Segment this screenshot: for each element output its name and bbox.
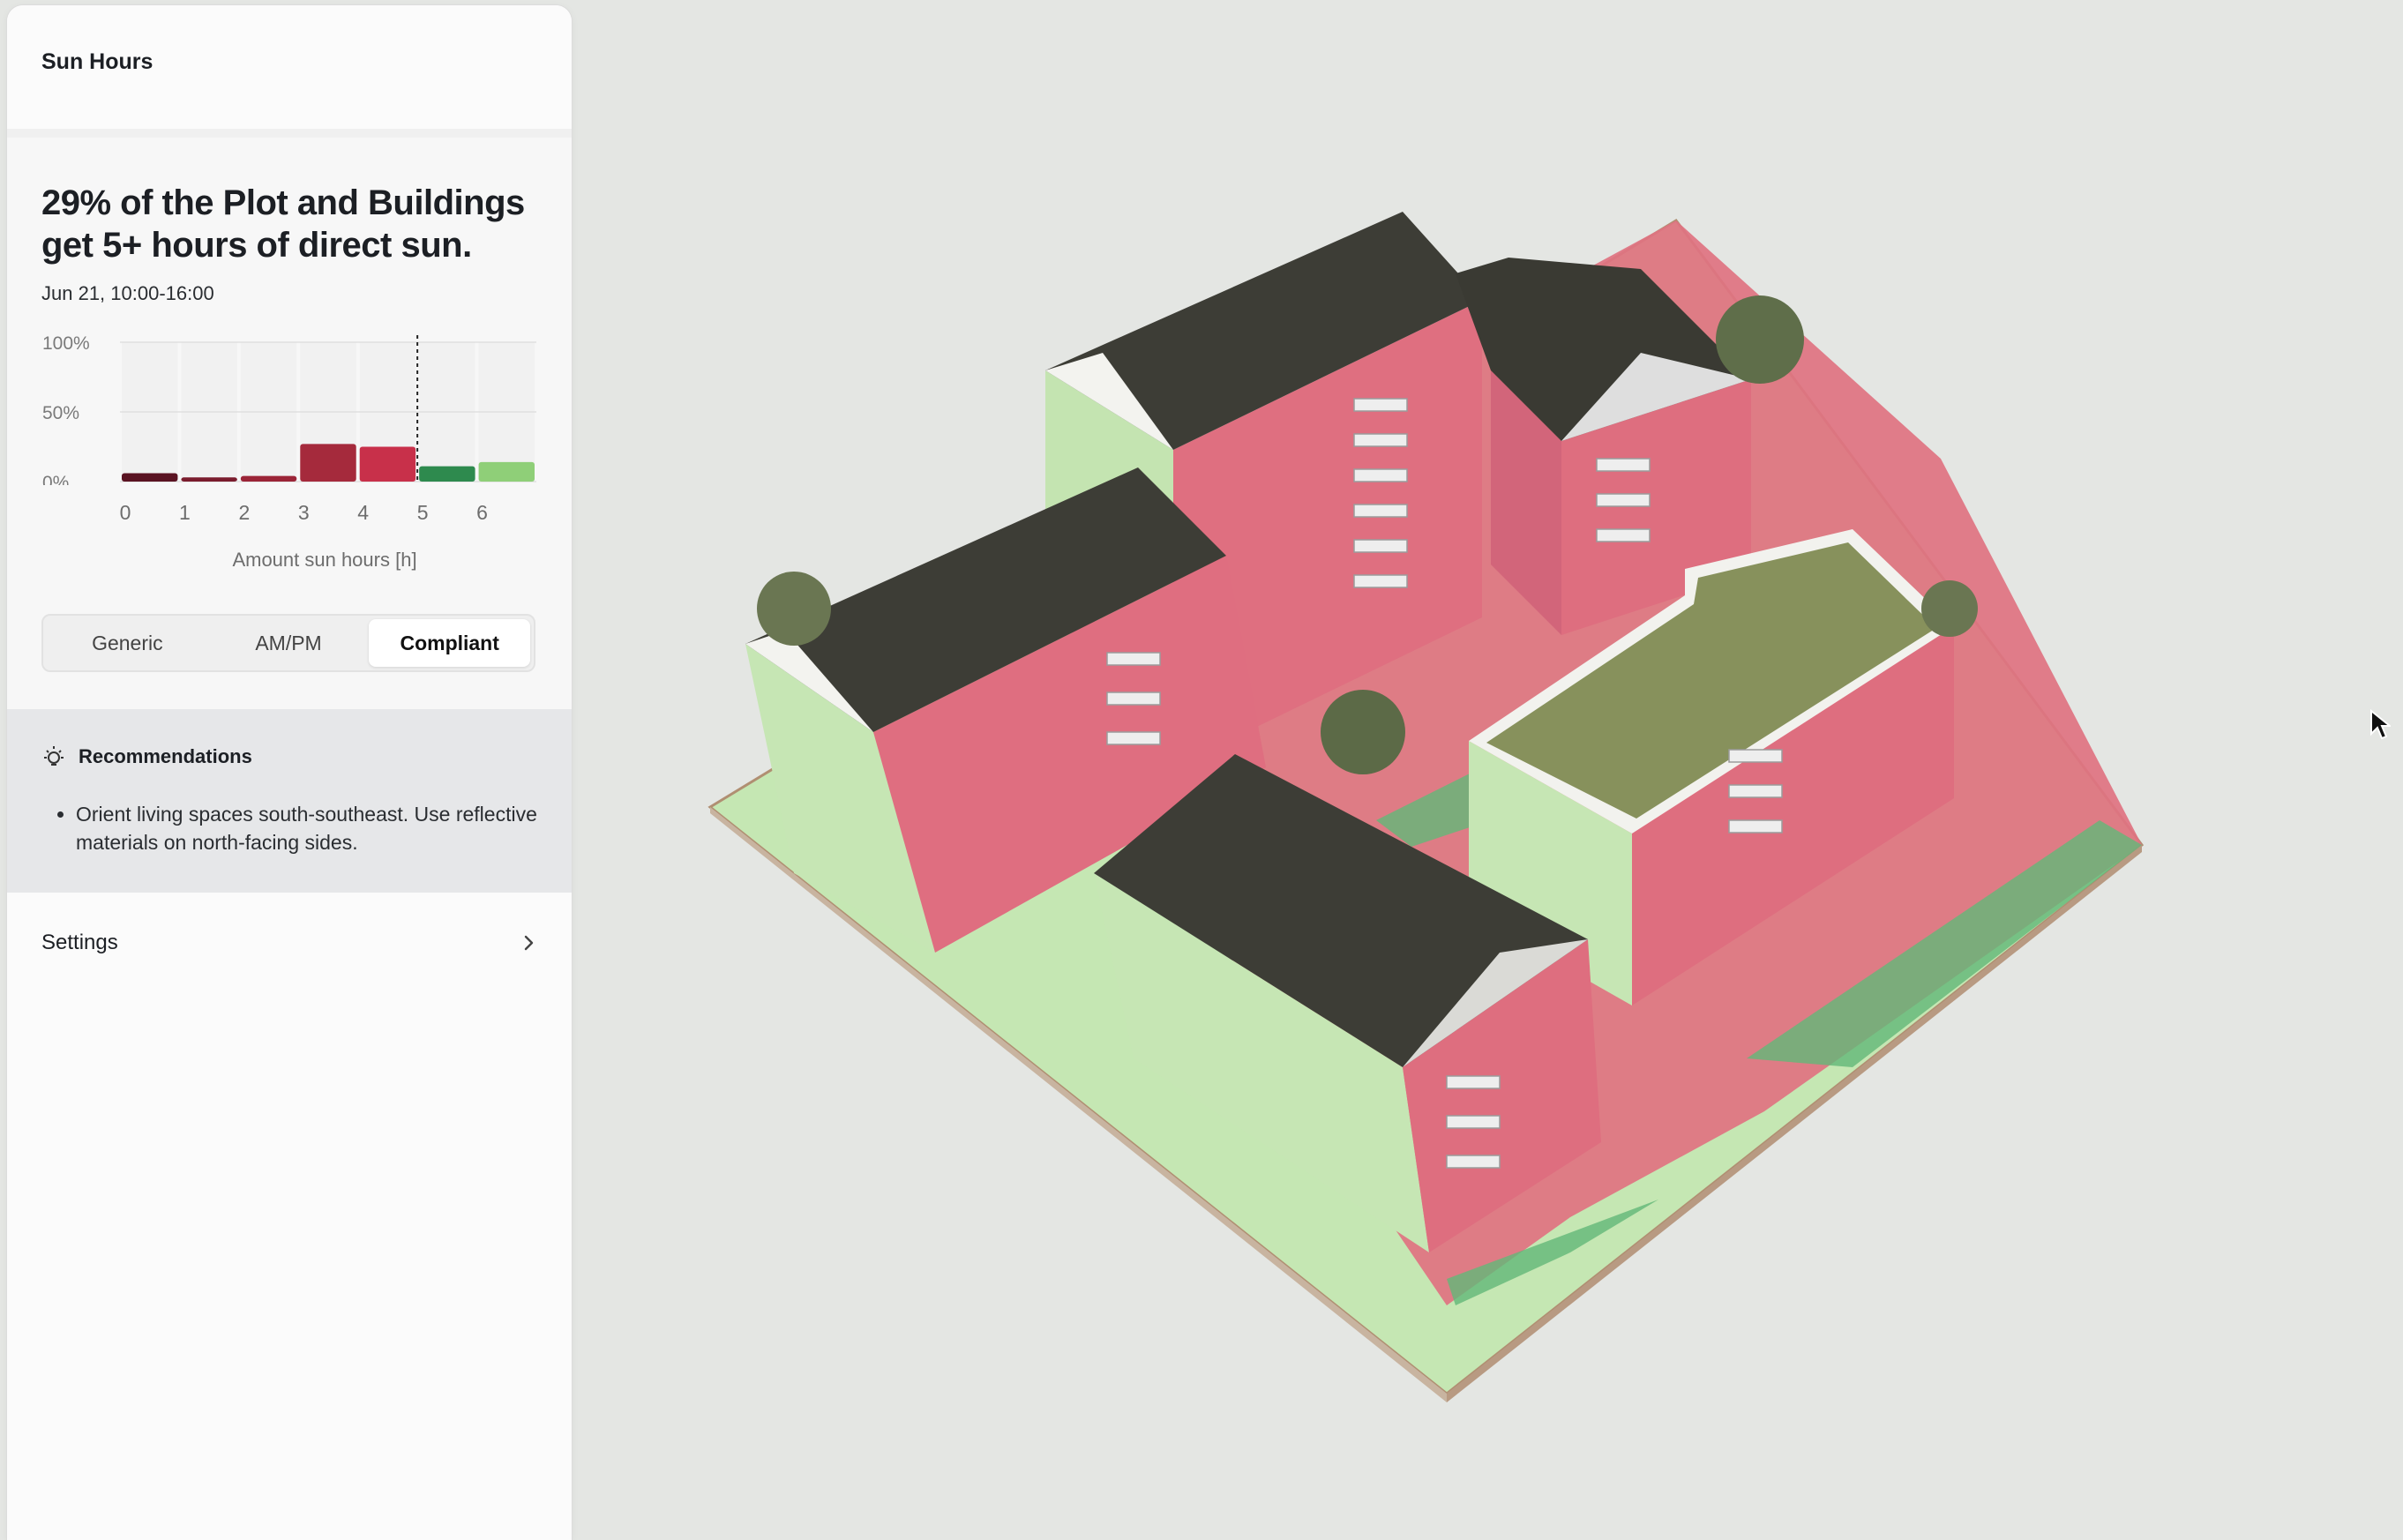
- sun-hours-histogram: 100% 50% 0% 0 1 2 3 4 5 6 Amount sun hours [h]: [7, 335, 572, 571]
- tree: [757, 572, 831, 646]
- histogram-x-tick: 5: [416, 501, 429, 524]
- histogram-x-tick: 2: [238, 501, 251, 524]
- histogram-bar: [300, 444, 356, 482]
- panel-empty-area: [7, 993, 572, 1540]
- summary-section: 29% of the Plot and Buildings get 5+ hou…: [7, 138, 572, 709]
- histogram-svg: 100% 50% 0%: [42, 335, 536, 485]
- recommendation-item: Orient living spaces south-southeast. Us…: [76, 800, 552, 856]
- histogram-bar: [122, 473, 178, 482]
- recommendations-section: Recommendations Orient living spaces sou…: [7, 709, 572, 893]
- histogram-bar: [359, 446, 416, 482]
- histogram-x-label: Amount sun hours [h]: [232, 549, 417, 571]
- histogram-bar: [240, 475, 297, 482]
- histogram-y-tick: 50%: [42, 403, 79, 423]
- tree: [1716, 295, 1804, 384]
- histogram-bar: [478, 461, 535, 482]
- recommendations-list: Orient living spaces south-southeast. Us…: [58, 800, 552, 856]
- panel-header: Sun Hours: [7, 5, 572, 138]
- panel-title: Sun Hours: [41, 49, 153, 74]
- histogram-x-tick: 3: [297, 501, 310, 524]
- settings-label: Settings: [41, 931, 118, 954]
- tree: [1321, 690, 1405, 774]
- sun-headline: 29% of the Plot and Buildings get 5+ hou…: [41, 183, 525, 265]
- recommendations-header: Recommendations: [41, 744, 252, 769]
- histogram-y-tick: 0%: [42, 473, 69, 485]
- tab-generic[interactable]: Generic: [47, 619, 208, 667]
- lightbulb-icon: [44, 746, 64, 766]
- histogram-x-tick: 0: [119, 501, 131, 524]
- 3d-viewport[interactable]: [573, 0, 2403, 1528]
- date-range: Jun 21, 10:00-16:00: [41, 282, 214, 304]
- histogram-bar: [181, 477, 237, 482]
- sun-hours-panel: Sun Hours 29% of the Plot and Buildings …: [7, 5, 572, 1540]
- histogram-x-tick: 6: [476, 501, 488, 524]
- histogram-x-tick: 4: [357, 501, 370, 524]
- tab-am-pm[interactable]: AM/PM: [208, 619, 370, 667]
- histogram-bar: [419, 466, 475, 482]
- settings-row[interactable]: Settings: [7, 893, 572, 993]
- recommendations-title: Recommendations: [79, 745, 252, 767]
- tree: [1921, 580, 1978, 637]
- site-model-render: [707, 212, 2145, 1402]
- histogram-y-tick: 100%: [42, 335, 90, 354]
- chevron-right-icon: [524, 935, 534, 951]
- histogram-x-tick: 1: [179, 501, 191, 524]
- tab-compliant[interactable]: Compliant: [369, 619, 531, 667]
- cursor-icon: [2370, 709, 2391, 740]
- view-mode-toggle: Generic AM/PM Compliant: [41, 614, 535, 672]
